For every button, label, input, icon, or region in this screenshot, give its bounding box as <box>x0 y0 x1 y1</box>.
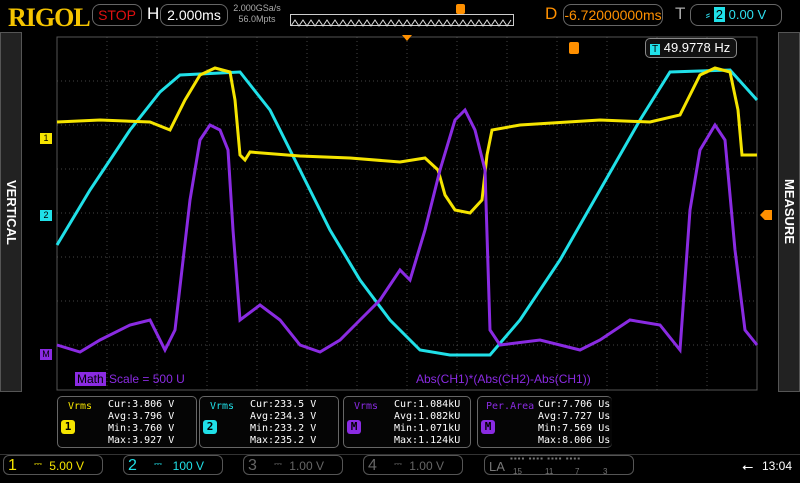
channel-bar: 1 ⎓ 5.00 V 2 ⎓ 100 V 3 ⎓ 1.00 V 4 ⎓ 1.00 V LA ▪▪… <box>0 454 800 476</box>
ch1-badge-icon: 1 <box>61 420 75 434</box>
math-expression: Abs(CH1)*(Abs(CH2)-Abs(CH1)) <box>416 372 591 386</box>
math-ground-marker[interactable]: M <box>40 349 52 360</box>
ch1-settings[interactable]: 1 ⎓ 5.00 V <box>3 455 103 475</box>
clock: 13:04 <box>762 459 793 473</box>
frequency-value: 49.9778 Hz <box>663 40 731 55</box>
measurement-math-vrms[interactable]: Vrms M Cur:1.084kU Avg:1.082kU Min:1.071kU… <box>343 396 471 448</box>
sample-rate: 2.000GSa/s <box>233 3 281 13</box>
measure-values: Cur:7.706 Us Avg:7.727 Us Min:7.569 Us Max:… <box>538 399 610 447</box>
math-waveform <box>56 107 759 354</box>
trigger-settings[interactable]: ⸗ 2 0.00 V <box>690 4 782 26</box>
measure-name: Per.Area <box>486 401 535 412</box>
avg: Avg:234.3 V <box>250 411 317 422</box>
delay-label: D <box>545 4 558 23</box>
trigger-offset-marker-icon <box>402 35 412 41</box>
trigger-time-marker-icon <box>569 42 579 54</box>
avg: Avg:7.727 Us <box>538 411 611 422</box>
dc-coupling-icon: ⎓ <box>154 459 162 470</box>
math-badge-icon: M <box>347 420 361 434</box>
avg: Avg:3.796 V <box>108 411 175 422</box>
cur: Cur:1.084kU <box>394 399 461 410</box>
max: Max:3.927 V <box>108 435 175 446</box>
dc-coupling-icon: ⎓ <box>394 459 402 470</box>
max: Max:8.006 Us <box>538 435 611 446</box>
min: Min:3.760 V <box>108 423 175 434</box>
usb-icon: ⭠ <box>742 458 754 474</box>
ch2-settings[interactable]: 2 ⎓ 100 V <box>123 455 223 475</box>
waveform-display <box>55 35 759 391</box>
measure-values: Cur:3.806 V Avg:3.796 V Min:3.760 V Max:3.9… <box>108 399 174 447</box>
avg: Avg:1.082kU <box>394 411 461 422</box>
ch3-settings[interactable]: 3 ⎓ 1.00 V <box>243 455 343 475</box>
min: Min:1.071kU <box>394 423 461 434</box>
math-scale: Scale = 500 U <box>109 372 185 386</box>
min: Min:7.569 Us <box>538 423 611 434</box>
la-label: LA <box>489 459 505 474</box>
channel-scale: 100 V <box>172 459 204 473</box>
measurement-ch2-vrms[interactable]: Vrms 2 Cur:233.5 V Avg:234.3 V Min:233.2 V… <box>199 396 339 448</box>
trigger-level: 0.00 V <box>728 7 767 22</box>
ch4-settings[interactable]: 4 ⎓ 1.00 V <box>363 455 463 475</box>
measure-name: Vrms <box>68 401 93 412</box>
math-tag: Math <box>75 372 106 386</box>
trigger-source: 2 <box>713 7 725 22</box>
channel-number: 1 <box>8 457 17 474</box>
acquisition-info: 2.000GSa/s 56.0Mpts <box>232 3 282 25</box>
math-badge-icon: M <box>481 420 495 434</box>
measurement-ch1-vrms[interactable]: Vrms 1 Cur:3.806 V Avg:3.796 V Min:3.760 V… <box>57 396 197 448</box>
channel-scale: 5.00 V <box>49 459 84 473</box>
measure-name: Vrms <box>354 401 379 412</box>
dc-coupling-icon: ⎓ <box>34 459 42 470</box>
trigger-badge-icon: T <box>650 44 661 55</box>
ch2-badge-icon: 2 <box>203 420 217 434</box>
measurement-math-per-area[interactable]: Per.Area M Cur:7.706 Us Avg:7.727 Us Min:7… <box>477 396 612 448</box>
timebase-value[interactable]: 2.000ms <box>160 4 228 26</box>
ch1-ground-marker[interactable]: 1 <box>40 133 52 144</box>
frequency-readout[interactable]: T 49.9778 Hz <box>645 38 737 58</box>
math-info: Math Scale = 500 U <box>75 372 185 386</box>
channel-scale: 1.00 V <box>289 459 324 473</box>
cur: Cur:3.806 V <box>108 399 175 410</box>
rising-edge-icon: ⸗ <box>705 7 714 22</box>
horizontal-label: H <box>147 4 160 23</box>
measure-values: Cur:233.5 V Avg:234.3 V Min:233.2 V Max:235… <box>250 399 316 447</box>
dc-coupling-icon: ⎓ <box>274 459 282 470</box>
channel-number: 4 <box>368 457 377 474</box>
trigger-position-marker-icon <box>456 4 465 14</box>
channel-number: 2 <box>128 457 137 474</box>
measure-name: Vrms <box>210 401 235 412</box>
cur: Cur:233.5 V <box>250 399 317 410</box>
max: Max:235.2 V <box>250 435 317 446</box>
run-stop-status[interactable]: STOP <box>92 4 142 26</box>
rigol-logo: RIGOL <box>8 3 91 32</box>
trigger-label: T <box>675 4 686 23</box>
ch2-ground-marker[interactable]: 2 <box>40 210 52 221</box>
max: Max:1.124kU <box>394 435 461 446</box>
memory-depth: 56.0Mpts <box>238 14 276 24</box>
min: Min:233.2 V <box>250 423 317 434</box>
channel-number: 3 <box>248 457 257 474</box>
memory-overview <box>290 14 514 27</box>
channel-scale: 1.00 V <box>409 459 444 473</box>
measure-values: Cur:1.084kU Avg:1.082kU Min:1.071kU Max:1.1… <box>394 399 460 447</box>
logic-analyzer-settings[interactable]: LA ▪▪▪▪ ▪▪▪▪ ▪▪▪▪ ▪▪▪▪ 15 11 7 3 <box>484 454 634 476</box>
delay-value[interactable]: -6.72000000ms <box>563 4 663 26</box>
cur: Cur:7.706 Us <box>538 399 611 410</box>
